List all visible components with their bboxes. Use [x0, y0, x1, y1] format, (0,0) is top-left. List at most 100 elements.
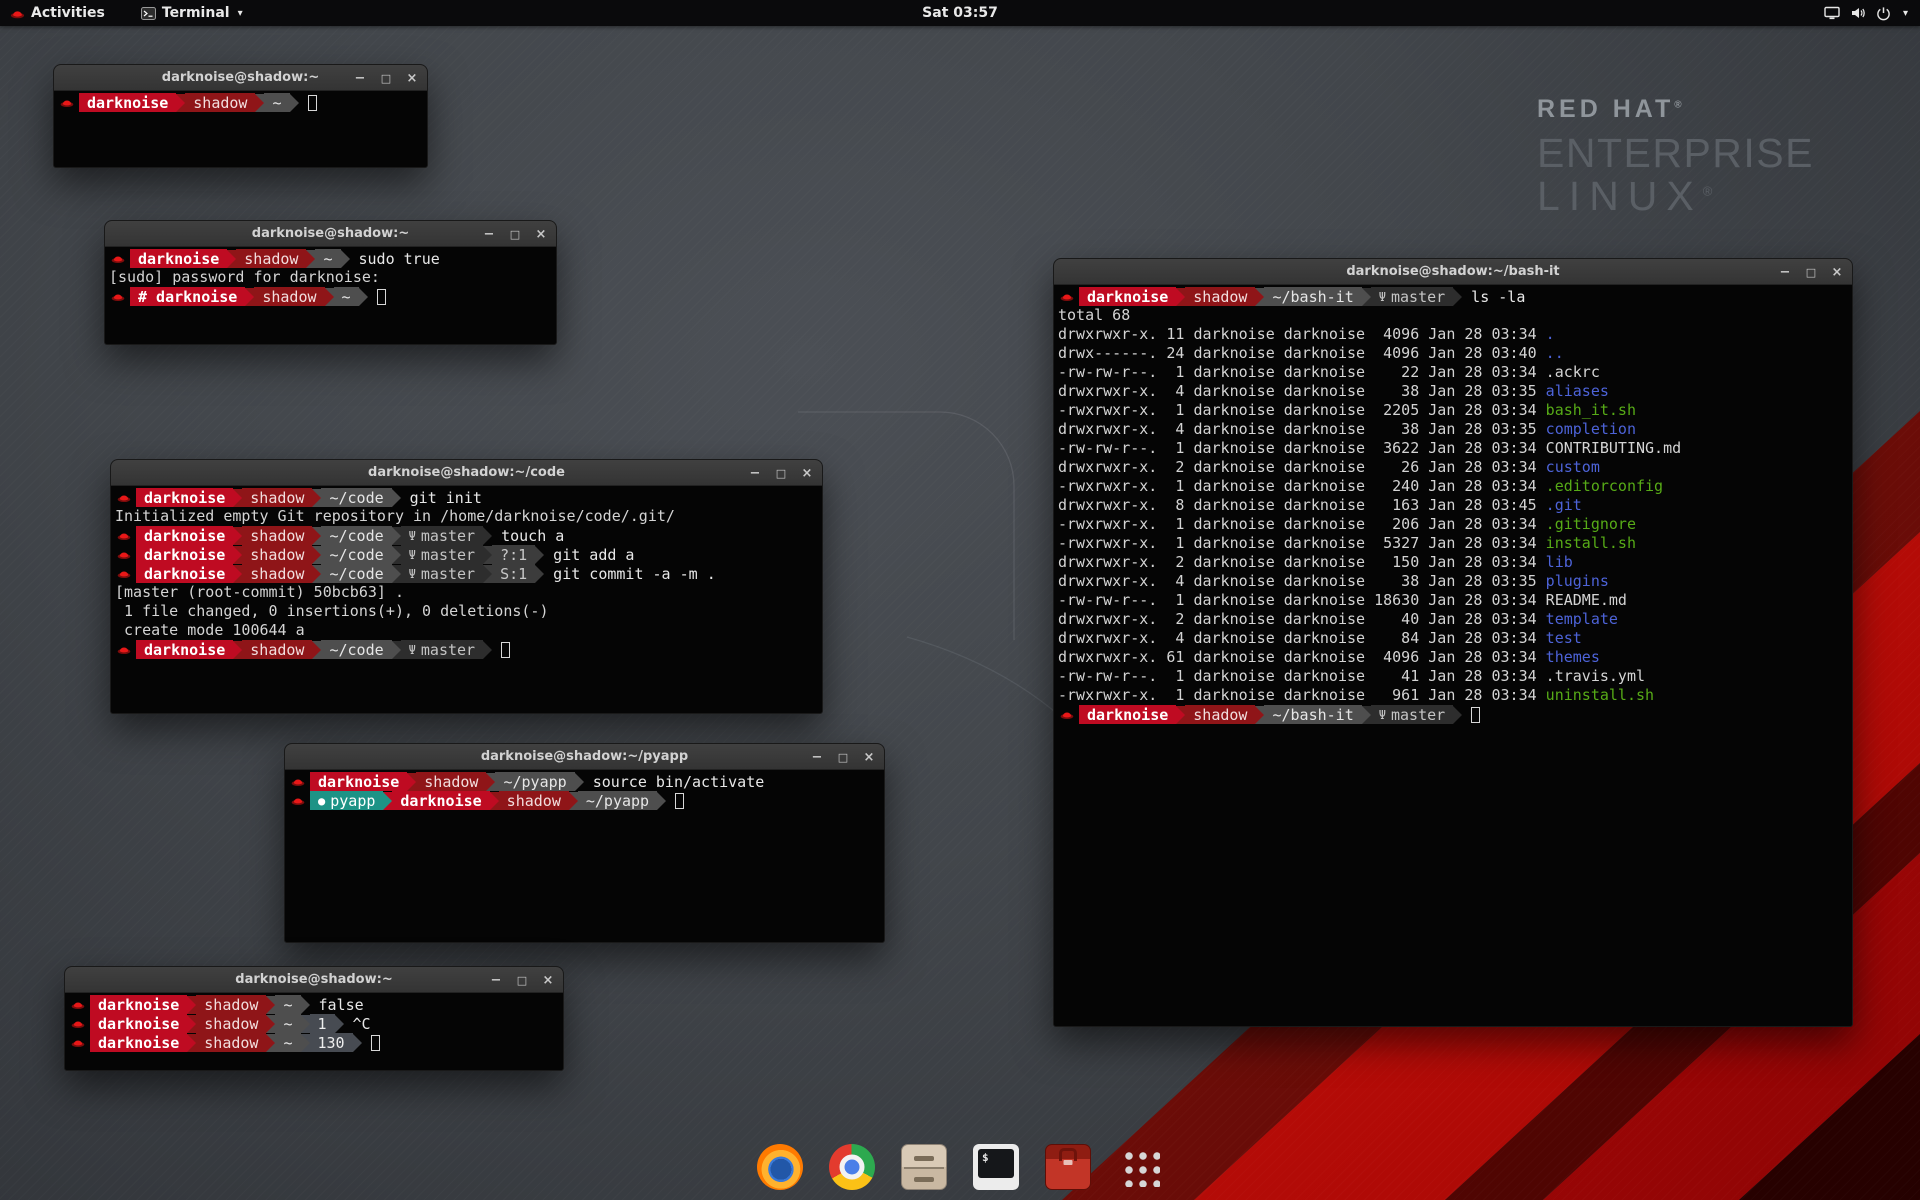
close-button[interactable]: ×: [405, 72, 419, 85]
prompt-line: darknoiseshadow~/bash-itΨmasterls -la: [1054, 287, 1852, 306]
maximize-button[interactable]: □: [379, 73, 393, 84]
powerline-arrow: [301, 1034, 310, 1052]
window-titlebar[interactable]: darknoise@shadow:~/bash-it − □ ×: [1054, 259, 1852, 285]
activities-button[interactable]: Activities: [0, 0, 115, 26]
terminal-window-1: darknoise@shadow:~ − □ × darknoiseshadow…: [53, 64, 428, 168]
prompt-segment-user: darknoise: [136, 545, 233, 564]
window-titlebar[interactable]: darknoise@shadow:~ − □ ×: [65, 967, 563, 993]
window-titlebar[interactable]: darknoise@shadow:~ − □ ×: [105, 221, 556, 247]
maximize-button[interactable]: □: [515, 975, 529, 986]
output-line: -rw-rw-r--. 1 darknoise darknoise 3622 J…: [1054, 439, 1852, 458]
close-button[interactable]: ×: [534, 228, 548, 241]
dock-item-files[interactable]: [895, 1138, 953, 1196]
terminal-content[interactable]: darknoiseshadow~/pyappsource bin/activat…: [285, 770, 884, 810]
close-button[interactable]: ×: [862, 751, 876, 764]
prompt-segment-host: shadow: [242, 488, 312, 507]
output-line: [master (root-commit) 50bcb63] .: [111, 583, 822, 602]
powerline-arrow: [483, 565, 492, 583]
app-menu[interactable]: Terminal ▾: [131, 0, 253, 26]
minimize-button[interactable]: −: [1778, 266, 1792, 279]
output-text: drwx------. 24 darknoise darknoise 4096 …: [1058, 344, 1546, 362]
powerline-arrow: [483, 641, 492, 659]
output-text: -rw-rw-r--. 1 darknoise darknoise 3622 J…: [1058, 439, 1546, 457]
dock-item-chrome[interactable]: [823, 1138, 881, 1196]
output-text: -rwxrwxr-x. 1 darknoise darknoise 206 Ja…: [1058, 515, 1546, 533]
powerline-arrow: [312, 641, 321, 659]
prompt-segment-user: darknoise: [130, 249, 227, 268]
minimize-button[interactable]: −: [353, 72, 367, 85]
powerline-arrow: [392, 565, 401, 583]
chevron-down-icon: ▾: [1903, 8, 1908, 19]
powerline-arrow: [407, 773, 416, 791]
minimize-button[interactable]: −: [748, 467, 762, 480]
prompt-segment-host: shadow: [185, 93, 255, 112]
prompt-segment-path: ~/code: [321, 564, 391, 583]
prompt-segment-host: shadow: [254, 287, 324, 306]
close-button[interactable]: ×: [1830, 266, 1844, 279]
output-text: [sudo] password for darknoise:: [109, 268, 380, 286]
output-line: drwx------. 24 darknoise darknoise 4096 …: [1054, 344, 1852, 363]
volume-icon: [1850, 6, 1866, 20]
dock-item-show-apps[interactable]: [1111, 1138, 1169, 1196]
window-titlebar[interactable]: darknoise@shadow:~ − □ ×: [54, 65, 427, 91]
window-titlebar[interactable]: darknoise@shadow:~/pyapp − □ ×: [285, 744, 884, 770]
maximize-button[interactable]: □: [508, 229, 522, 240]
powerline-arrow: [392, 546, 401, 564]
output-line: Initialized empty Git repository in /hom…: [111, 507, 822, 526]
maximize-button[interactable]: □: [836, 752, 850, 763]
prompt-segment-user: darknoise: [136, 488, 233, 507]
executable-name: bash_it.sh: [1546, 401, 1636, 419]
maximize-button[interactable]: □: [774, 468, 788, 479]
terminal-content[interactable]: darknoiseshadow~falsedarknoiseshadow~1^C…: [65, 993, 563, 1052]
system-menu[interactable]: ▾: [1816, 0, 1916, 26]
directory-name: aliases: [1546, 382, 1609, 400]
powerline-arrow: [483, 527, 492, 545]
window-titlebar[interactable]: darknoise@shadow:~/code − □ ×: [111, 460, 822, 486]
terminal-icon: [973, 1144, 1019, 1190]
dock: [751, 1138, 1169, 1196]
executable-name: .gitignore: [1546, 515, 1636, 533]
prompt-line: darknoiseshadow~/codeΨmasterS:1git commi…: [111, 564, 822, 583]
dock-item-firefox[interactable]: [751, 1138, 809, 1196]
prompt-line: darknoiseshadow~/codeΨmastertouch a: [111, 526, 822, 545]
prompt-segment-host: shadow: [242, 640, 312, 659]
minimize-button[interactable]: −: [482, 228, 496, 241]
dock-item-terminal[interactable]: [967, 1138, 1025, 1196]
output-text: drwxrwxr-x. 11 darknoise darknoise 4096 …: [1058, 325, 1546, 343]
redhat-icon: [111, 291, 127, 302]
directory-name: lib: [1546, 553, 1573, 571]
close-button[interactable]: ×: [800, 467, 814, 480]
prompt-segment-user: darknoise: [90, 995, 187, 1014]
redhat-icon: [291, 795, 307, 806]
redhat-icon: [71, 999, 87, 1010]
redhat-icon: [117, 530, 133, 541]
terminal-content[interactable]: darknoiseshadow~: [54, 91, 427, 112]
output-text: drwxrwxr-x. 4 darknoise darknoise 38 Jan…: [1058, 572, 1546, 590]
powerline-arrow: [341, 250, 350, 268]
terminal-content[interactable]: darknoiseshadow~sudo true[sudo] password…: [105, 247, 556, 306]
window-title: darknoise@shadow:~/code: [368, 465, 565, 480]
clock[interactable]: Sat 03:57: [922, 0, 998, 26]
command-text: false: [319, 996, 364, 1014]
output-line: -rwxrwxr-x. 1 darknoise darknoise 2205 J…: [1054, 401, 1852, 420]
prompt-segment-git: Ψmaster: [401, 526, 483, 545]
branch-icon: Ψ: [409, 530, 416, 542]
terminal-window-3: darknoise@shadow:~ − □ × darknoiseshadow…: [64, 966, 564, 1071]
powerline-arrow: [657, 792, 666, 810]
prompt-line: darknoiseshadow~/codeΨmaster: [111, 640, 822, 659]
command-text: ls -la: [1471, 288, 1525, 306]
dock-item-toolbox[interactable]: [1039, 1138, 1097, 1196]
minimize-button[interactable]: −: [489, 974, 503, 987]
prompt-segment-host: shadow: [242, 526, 312, 545]
redhat-icon: [117, 644, 133, 655]
terminal-content[interactable]: darknoiseshadow~/bash-itΨmasterls -latot…: [1054, 285, 1852, 724]
window-title: darknoise@shadow:~/pyapp: [481, 749, 688, 764]
powerline-arrow: [312, 565, 321, 583]
output-text: create mode 100644 a: [115, 621, 305, 639]
minimize-button[interactable]: −: [810, 751, 824, 764]
maximize-button[interactable]: □: [1804, 267, 1818, 278]
terminal-content[interactable]: darknoiseshadow~/codegit initInitialized…: [111, 486, 822, 659]
powerline-arrow: [1362, 288, 1371, 306]
close-button[interactable]: ×: [541, 974, 555, 987]
terminal-window-code: darknoise@shadow:~/code − □ × darknoises…: [110, 459, 823, 714]
